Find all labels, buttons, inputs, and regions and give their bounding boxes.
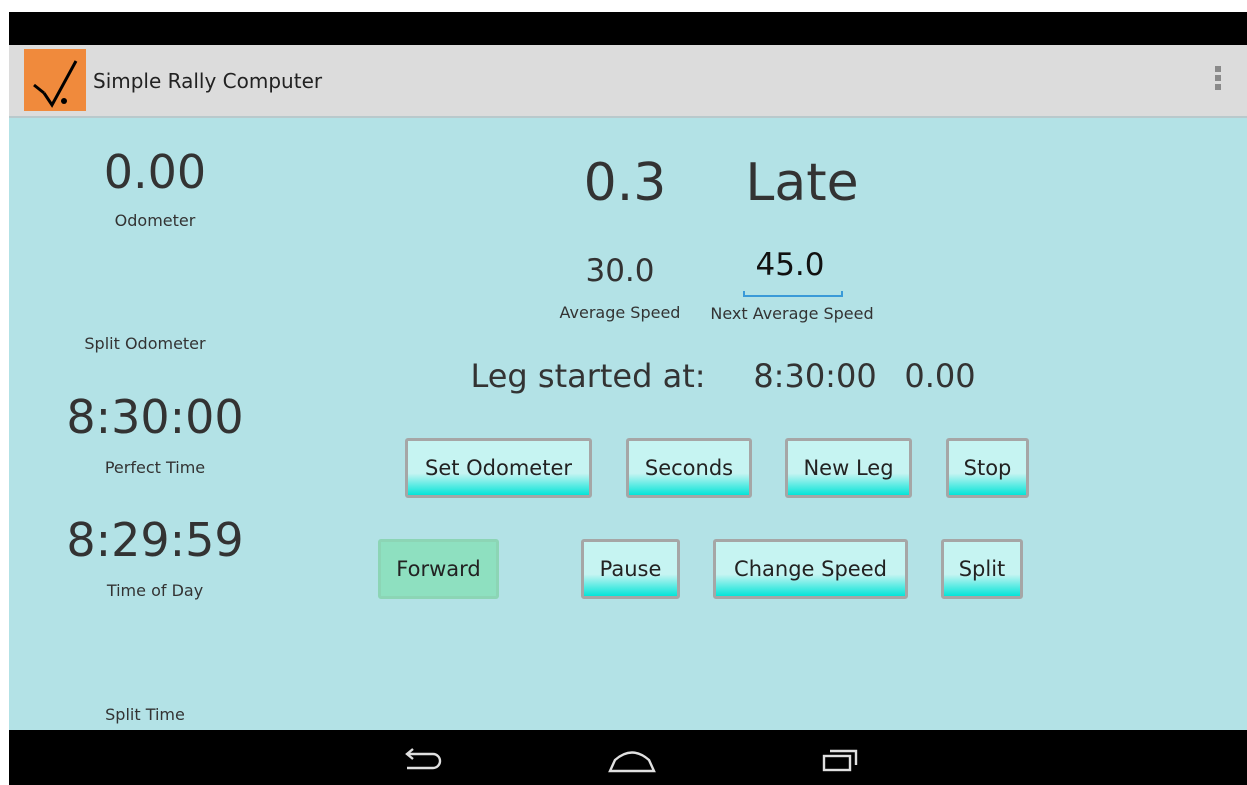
recents-icon (822, 749, 858, 772)
next-average-speed-input[interactable]: 45.0 (735, 247, 845, 295)
stop-button[interactable]: Stop (946, 438, 1029, 498)
perfect-time-label: Perfect Time (104, 458, 206, 477)
set-odometer-button[interactable]: Set Odometer (405, 438, 592, 498)
action-bar: Simple Rally Computer (9, 45, 1247, 118)
split-button[interactable]: Split (941, 539, 1023, 599)
leg-start-odometer: 0.00 (904, 357, 976, 395)
new-leg-button[interactable]: New Leg (785, 438, 912, 498)
timing-state: Late (745, 153, 859, 213)
split-time-label: Split Time (105, 705, 185, 724)
pause-button[interactable]: Pause (581, 539, 680, 599)
time-offset-value: 0.3 (583, 153, 667, 213)
average-speed-label: Average Speed (559, 303, 681, 322)
odometer-value: 0.00 (103, 145, 207, 199)
navigation-bar (9, 730, 1247, 785)
app-logo[interactable] (24, 49, 86, 111)
seconds-button[interactable]: Seconds (626, 438, 752, 498)
home-button[interactable] (607, 740, 657, 776)
app-title: Simple Rally Computer (93, 69, 323, 93)
overflow-menu-icon[interactable] (1213, 66, 1223, 96)
leg-start-time: 8:30:00 (753, 357, 877, 395)
odometer-label: Odometer (114, 211, 196, 230)
time-of-day-label: Time of Day (106, 581, 204, 600)
home-icon (608, 751, 656, 773)
split-odometer-label: Split Odometer (84, 334, 206, 353)
checkmark-icon (33, 60, 78, 108)
perfect-time-value: 8:30:00 (66, 390, 244, 444)
forward-button[interactable]: Forward (378, 539, 499, 599)
time-of-day-value: 8:29:59 (66, 513, 244, 567)
change-speed-button[interactable]: Change Speed (713, 539, 908, 599)
status-bar (9, 12, 1247, 45)
recents-button[interactable] (814, 740, 864, 776)
average-speed-value: 30.0 (585, 253, 655, 289)
leg-started-label: Leg started at: (470, 357, 706, 395)
next-average-speed-underline (743, 291, 843, 297)
back-icon (405, 748, 442, 770)
next-average-speed-label: Next Average Speed (710, 304, 874, 323)
back-button[interactable] (397, 740, 447, 776)
app-screen: Simple Rally Computer 0.00 Odometer Spli… (0, 0, 1247, 785)
